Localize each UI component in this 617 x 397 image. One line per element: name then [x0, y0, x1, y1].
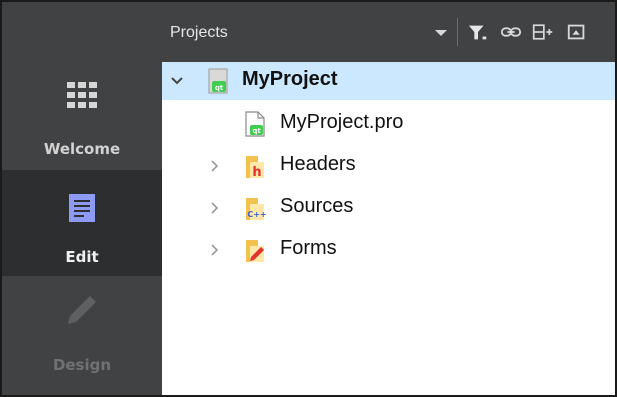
svg-text:qt: qt	[252, 127, 261, 135]
document-icon	[69, 194, 95, 222]
mode-welcome-label: Welcome	[43, 140, 121, 158]
tree-root-label: MyProject	[242, 68, 338, 90]
mode-design-label: Design	[52, 356, 112, 374]
tree-forms-label: Forms	[280, 237, 337, 259]
sources-folder-icon: C++	[246, 198, 267, 220]
tree-row-forms[interactable]: Forms	[162, 231, 615, 269]
tree-row-sources[interactable]: C++ Sources	[162, 189, 615, 227]
tree-sources-label: Sources	[280, 195, 354, 217]
qt-project-icon: qt	[208, 68, 228, 94]
mode-welcome[interactable]: Welcome	[2, 62, 162, 170]
tree-headers-label: Headers	[280, 153, 356, 175]
mode-sidebar: Welcome Edit Design	[2, 2, 162, 395]
svg-text:h: h	[252, 165, 261, 180]
pencil-icon	[68, 296, 96, 324]
chevron-right-icon[interactable]	[208, 157, 222, 175]
mode-edit[interactable]: Edit	[2, 170, 162, 276]
svg-text:C++: C++	[247, 210, 266, 219]
toolbar-separator	[457, 18, 458, 46]
mode-edit-label: Edit	[65, 248, 99, 266]
qt-creator-window: Welcome Edit Design Projects qt MyProjec…	[0, 0, 617, 397]
tree-row-headers[interactable]: h Headers	[162, 147, 615, 185]
tree-row-pro-file[interactable]: qt MyProject.pro	[162, 105, 615, 143]
tree-row-root[interactable]: qt MyProject	[162, 62, 615, 100]
svg-text:qt: qt	[215, 84, 224, 92]
project-tree: qt MyProject qt MyProject.pro h Headers	[162, 62, 615, 395]
mode-sidebar-header	[2, 2, 162, 62]
link-icon[interactable]	[500, 20, 522, 44]
projects-toolbar: Projects	[162, 2, 615, 62]
chevron-right-icon[interactable]	[208, 241, 222, 259]
tree-pro-file-label: MyProject.pro	[280, 111, 404, 133]
dropdown-arrow-icon[interactable]	[430, 20, 452, 44]
qt-pro-file-icon: qt	[245, 111, 265, 137]
close-pane-icon[interactable]	[566, 20, 588, 44]
grid-icon	[67, 82, 97, 108]
chevron-down-icon[interactable]	[170, 72, 184, 90]
chevron-right-icon[interactable]	[208, 199, 222, 217]
projects-view-selector[interactable]: Projects	[170, 24, 228, 42]
split-add-icon[interactable]	[532, 20, 554, 44]
filter-icon[interactable]	[467, 20, 489, 44]
forms-folder-icon	[246, 240, 264, 262]
mode-design[interactable]: Design	[2, 276, 162, 395]
headers-folder-icon: h	[246, 156, 264, 180]
